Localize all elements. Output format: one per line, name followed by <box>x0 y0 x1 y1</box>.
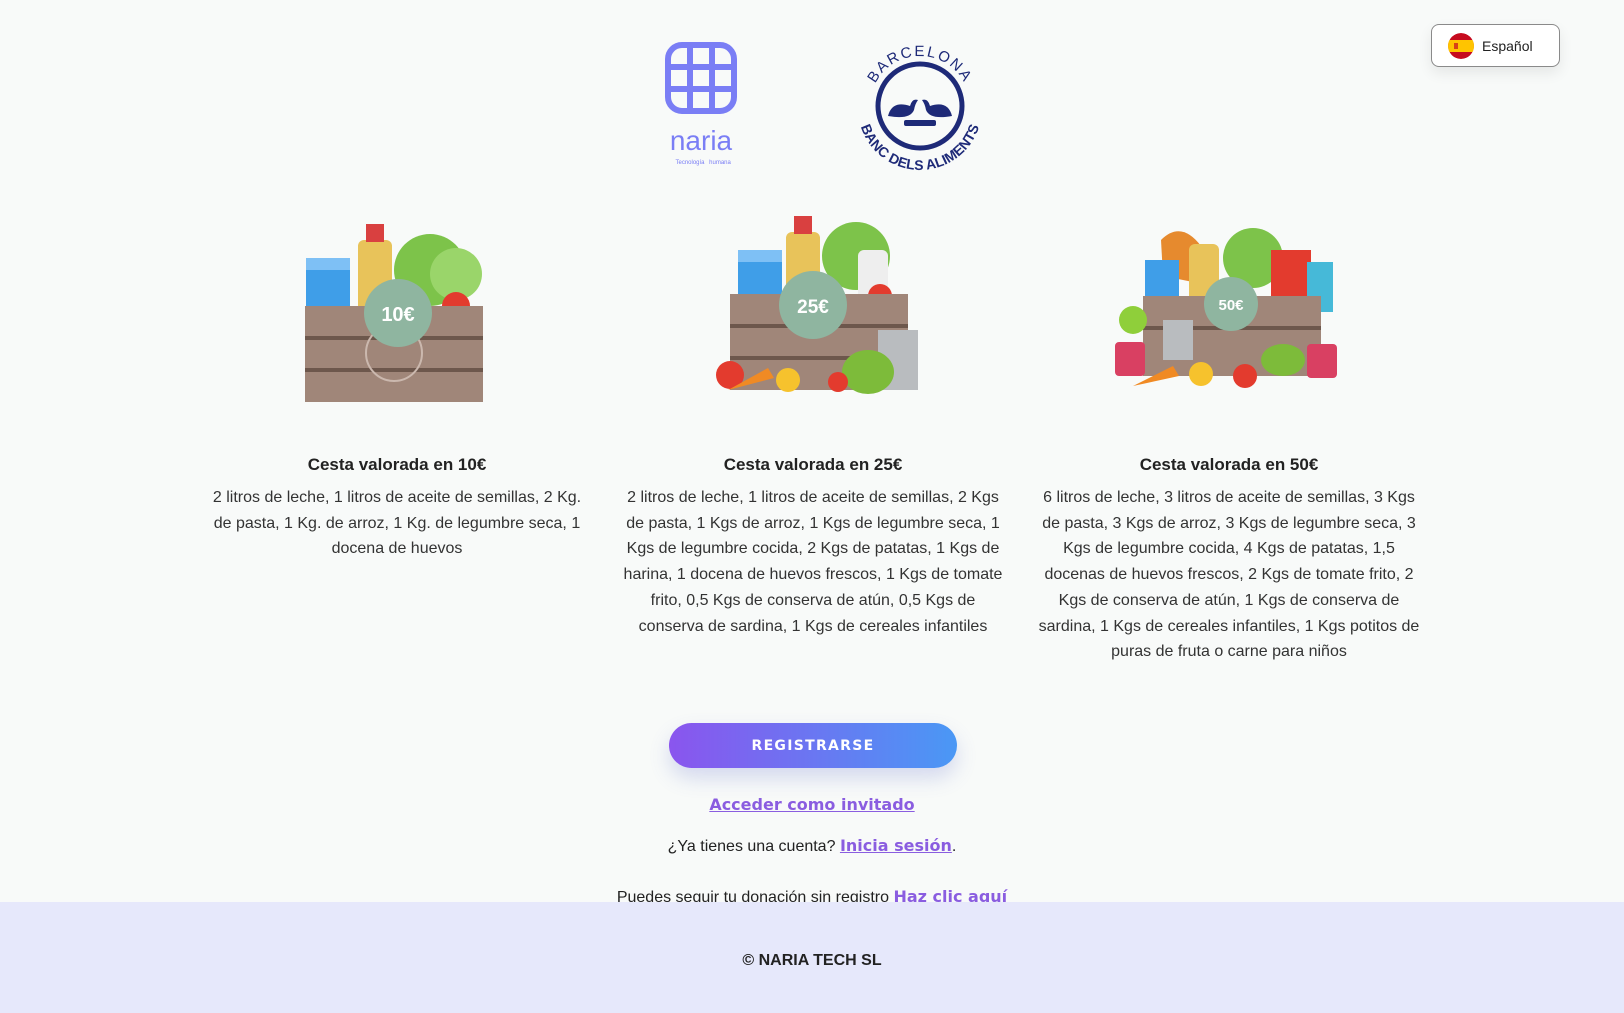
svg-text:Tecnología: Tecnología <box>675 160 705 166</box>
banc-dels-aliments-logo: BARCELONA BANC DELS ALIMENTS <box>858 43 982 173</box>
basket-image-10: 10€ <box>270 210 520 420</box>
guest-access-row: Acceder como invitado <box>0 795 1624 815</box>
basket-card-25: Cesta valorada en 25€ 2 litros de leche,… <box>621 455 1005 639</box>
basket-description: 2 litros de leche, 1 litros de aceite de… <box>623 489 1003 635</box>
basket-card-10: Cesta valorada en 10€ 2 litros de leche,… <box>205 455 589 562</box>
login-row: ¿Ya tienes una cuenta? Inicia sesión. <box>0 836 1624 856</box>
language-label: Español <box>1482 37 1533 54</box>
svg-text:50€: 50€ <box>1218 297 1244 314</box>
basket-description: 6 litros de leche, 3 litros de aceite de… <box>1038 489 1420 661</box>
language-selector[interactable]: Español <box>1431 24 1560 67</box>
basket-image-50: 50€ <box>1103 210 1353 420</box>
spain-flag-icon <box>1448 32 1474 59</box>
footer-copyright: © NARIA TECH SL <box>742 952 882 969</box>
guest-access-link[interactable]: Acceder como invitado <box>709 795 914 814</box>
footer: © NARIA TECH SL <box>0 902 1624 1013</box>
naria-logo: naria Tecnología humana <box>665 42 737 166</box>
svg-text:25€: 25€ <box>797 297 829 318</box>
login-suffix: . <box>951 838 957 855</box>
svg-text:humana: humana <box>709 160 731 166</box>
basket-title: Cesta valorada en 10€ <box>307 455 487 474</box>
basket-card-50: Cesta valorada en 50€ 6 litros de leche,… <box>1037 455 1421 665</box>
basket-description: 2 litros de leche, 1 litros de aceite de… <box>212 489 582 558</box>
svg-text:10€: 10€ <box>381 304 414 326</box>
basket-image-25: 25€ <box>688 210 938 420</box>
basket-title: Cesta valorada en 25€ <box>723 455 903 474</box>
basket-title: Cesta valorada en 50€ <box>1139 455 1319 474</box>
has-account-text: ¿Ya tienes una cuenta? <box>667 838 836 855</box>
register-button[interactable]: REGISTRARSE <box>669 723 957 768</box>
svg-text:naria: naria <box>670 125 733 156</box>
login-link[interactable]: Inicia sesión <box>840 836 952 855</box>
